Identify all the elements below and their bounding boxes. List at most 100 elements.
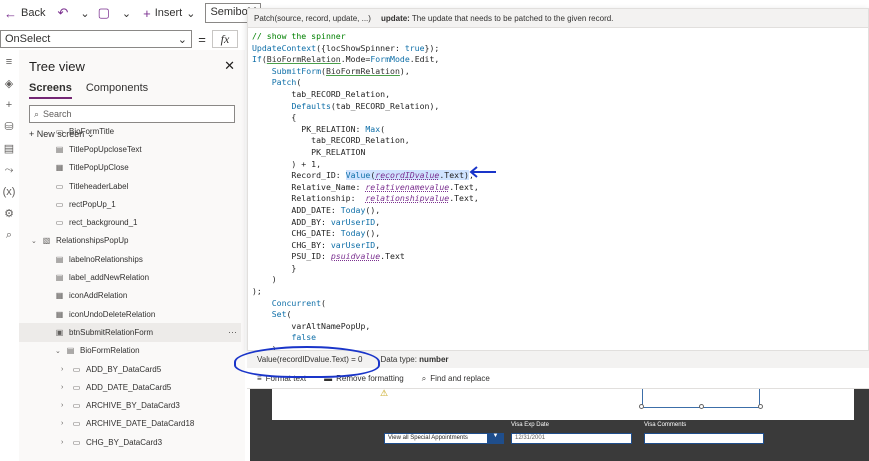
tree-node[interactable]: ▤ labelnoRelationships (19, 250, 241, 268)
app-canvas[interactable]: ⚠ Visa Exp Date Visa Comments View all S… (250, 386, 869, 461)
plus-icon: + (143, 5, 151, 21)
property-bar: OnSelect ⌄ = fx (0, 29, 250, 49)
appointments-dropdown[interactable]: View all Special Appointments (384, 433, 504, 444)
control-type-icon: ▣ (55, 327, 64, 337)
warning-icon: ⚠ (380, 388, 389, 398)
find-replace-button[interactable]: ⌕ Find and replace (422, 374, 490, 384)
canvas-form-area: ⚠ (272, 386, 854, 420)
fx-button[interactable]: fx (212, 30, 238, 48)
undo-dropdown[interactable]: ⌄ (76, 0, 93, 26)
tree-node[interactable]: ▤ label_addNewRelation (19, 268, 241, 286)
paste-dropdown[interactable]: ⌄ (118, 0, 135, 26)
tree-node-label: rect_background_1 (69, 218, 138, 228)
tree-node-label: CHG_BY_DataCard3 (86, 437, 163, 447)
tree-node-label: labelnoRelationships (69, 254, 143, 264)
formula-editor[interactable]: Patch(source, record, update, ...) updat… (247, 8, 869, 356)
chevron-right-icon[interactable]: › (61, 439, 70, 446)
property-value: OnSelect (5, 33, 51, 45)
tree-node[interactable]: ⌄ ▤ BioFormRelation (19, 342, 241, 360)
search-icon: ⌕ (34, 108, 40, 119)
chevron-right-icon[interactable]: › (61, 402, 70, 409)
tab-components[interactable]: Components (86, 82, 148, 99)
resize-handle[interactable] (758, 404, 763, 409)
tree-node[interactable]: ▭ rect_background_1 (19, 213, 241, 231)
resize-handle[interactable] (699, 404, 704, 409)
chevron-down-icon: ⌄ (80, 7, 90, 20)
search-icon: ⌕ (421, 373, 427, 383)
data-type-value: number (419, 355, 449, 364)
chevron-down-icon: ⌄ (186, 7, 196, 20)
resize-handle[interactable] (639, 404, 644, 409)
tree-node-label: BioFormTitle (69, 126, 115, 136)
tree-list: ▭ BioFormTitle ▤ TitlePopUpcloseText ▦ TitleP… (19, 122, 241, 451)
tab-screens[interactable]: Screens (29, 82, 72, 99)
power-automate-icon[interactable]: ⤳ (5, 164, 14, 177)
tree-node[interactable]: › ▭ ADD_BY_DataCard5 (19, 360, 241, 378)
tree-node-label: RelationshipsPopUp (56, 236, 129, 246)
control-type-icon: ▤ (66, 346, 75, 356)
undo-icon: ↶ (57, 5, 69, 20)
media-icon[interactable]: ▤ (4, 142, 14, 155)
visa-comments-input[interactable] (644, 433, 764, 444)
tree-search-input[interactable]: ⌕ Search (29, 105, 235, 123)
tree-node-label: ADD_DATE_DataCard5 (86, 382, 172, 392)
tree-node[interactable]: ▭ TitleheaderLabel (19, 177, 241, 195)
control-type-icon: ▭ (55, 199, 64, 209)
annotation-arrow-icon (469, 166, 496, 178)
tree-node-label: label_addNewRelation (69, 273, 150, 283)
chevron-right-icon[interactable]: › (61, 384, 70, 391)
tree-node[interactable]: ▭ BioFormTitle (19, 122, 241, 140)
chevron-down-icon[interactable]: ⌄ (31, 237, 40, 245)
tools-icon[interactable]: ⚙ (4, 207, 14, 220)
tree-node[interactable]: ▦ iconUndoDeleteRelation (19, 305, 241, 323)
tree-node[interactable]: ▭ rectPopUp_1 (19, 195, 241, 213)
chevron-down-icon: ⌄ (121, 7, 132, 20)
formula-code[interactable]: // show the spinner UpdateContext({locSh… (252, 31, 479, 356)
hamburger-icon[interactable]: ≡ (6, 56, 12, 68)
back-button[interactable]: ← Back (0, 0, 49, 26)
signature-bar: Patch(source, record, update, ...) updat… (248, 9, 868, 28)
control-type-icon: ▦ (55, 291, 64, 301)
tree-node[interactable]: › ▭ CHG_BY_DataCard3 (19, 433, 241, 451)
visa-exp-date-input[interactable]: 12/31/2001 (511, 433, 632, 444)
chevron-right-icon[interactable]: › (61, 366, 70, 373)
find-replace-label: Find and replace (430, 374, 490, 383)
paste-button[interactable]: ▢ (94, 0, 118, 26)
control-type-icon: ▧ (42, 236, 51, 246)
hint-text: The update that needs to be patched to t… (411, 13, 614, 23)
tree-node[interactable]: ▦ TitlePopUpClose (19, 159, 241, 177)
chevron-down-icon[interactable]: ▼ (487, 433, 504, 444)
data-icon[interactable]: ⛁ (4, 120, 13, 133)
control-type-icon: ▤ (55, 144, 64, 154)
control-type-icon: ▭ (72, 419, 81, 429)
tree-node-label: TitleheaderLabel (69, 181, 129, 191)
tree-node[interactable]: ▦ iconAddRelation (19, 287, 241, 305)
more-options-icon[interactable]: ⋯ (228, 327, 237, 338)
control-type-icon: ▭ (55, 218, 64, 228)
chevron-right-icon[interactable]: › (61, 420, 70, 427)
tree-node[interactable]: › ▭ ARCHIVE_DATE_DataCard18 (19, 415, 241, 433)
chevron-down-icon: ⌄ (177, 33, 187, 46)
close-icon[interactable]: ✕ (224, 58, 235, 74)
equals-sign: = (198, 31, 206, 47)
fx-label: fx (220, 31, 230, 46)
tree-node[interactable]: › ▭ ARCHIVE_BY_DataCard3 (19, 396, 241, 414)
tree-node[interactable]: ▣ btnSubmitRelationForm ⋯ (19, 323, 241, 342)
tree-node[interactable]: › ▭ ADD_DATE_DataCard5 (19, 378, 241, 396)
search-rail-icon[interactable]: ⌕ (6, 229, 12, 242)
chevron-down-icon[interactable]: ⌄ (55, 347, 64, 355)
tree-node-label: rectPopUp_1 (69, 199, 116, 209)
layers-icon[interactable]: ◈ (5, 77, 13, 90)
variables-icon[interactable]: (x) (3, 186, 16, 198)
tree-node-label: ADD_BY_DataCard5 (86, 364, 162, 374)
insert-icon[interactable]: + (6, 99, 12, 111)
insert-label: Insert (154, 7, 183, 19)
annotation-circle (234, 346, 380, 378)
property-select[interactable]: OnSelect ⌄ (0, 30, 192, 48)
undo-button[interactable]: ↶ (53, 0, 76, 26)
tree-node-label: iconUndoDeleteRelation (69, 309, 156, 319)
hint-param: update: (380, 13, 410, 23)
insert-button[interactable]: + Insert ⌄ (139, 0, 199, 26)
tree-node[interactable]: ⌄ ▧ RelationshipsPopUp (19, 232, 241, 250)
tree-node[interactable]: ▤ TitlePopUpcloseText (19, 140, 241, 158)
